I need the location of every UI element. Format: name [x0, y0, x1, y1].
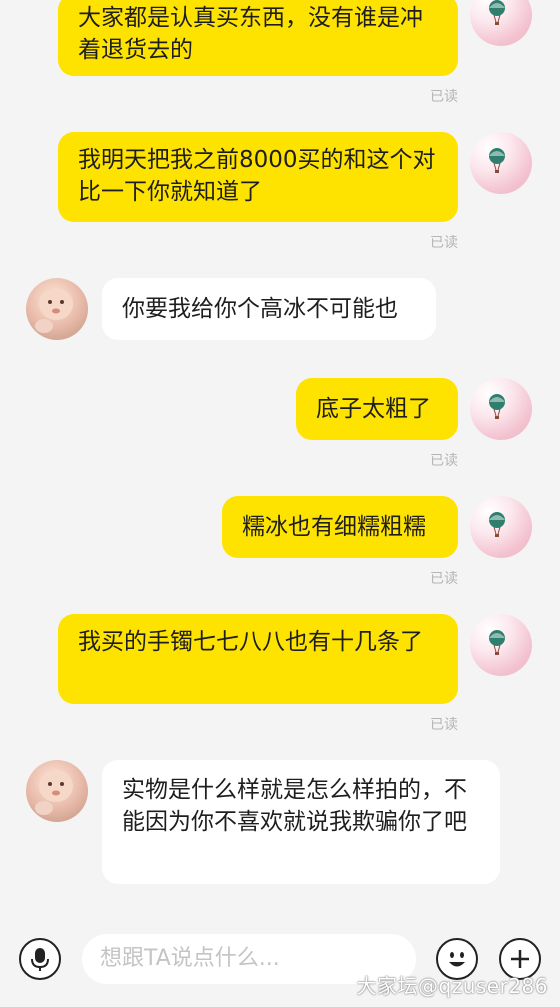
read-status: 已读: [430, 571, 458, 587]
my-avatar[interactable]: [470, 496, 532, 558]
contact-avatar[interactable]: [26, 278, 88, 340]
balloon-icon: [489, 394, 505, 419]
read-status: 已读: [430, 89, 458, 105]
message-bubble-sent[interactable]: 我明天把我之前8000买的和这个对比一下你就知道了: [58, 132, 458, 222]
message-bubble-sent[interactable]: 大家都是认真买东西，没有谁是冲着退货去的: [58, 0, 458, 76]
baby-photo-icon: [35, 288, 73, 333]
contact-avatar[interactable]: [26, 760, 88, 822]
message-bubble-received[interactable]: 实物是什么样就是怎么样拍的，不能因为你不喜欢就说我欺骗你了吧: [102, 760, 500, 884]
balloon-icon: [489, 148, 505, 173]
voice-button[interactable]: [19, 938, 61, 980]
read-status: 已读: [430, 717, 458, 733]
microphone-icon: [31, 948, 49, 971]
balloon-icon: [489, 0, 505, 25]
my-avatar[interactable]: [470, 378, 532, 440]
read-status: 已读: [430, 235, 458, 251]
balloon-icon: [489, 630, 505, 655]
my-avatar[interactable]: [470, 0, 532, 46]
message-bubble-sent[interactable]: 糯冰也有细糯粗糯: [222, 496, 458, 558]
chat-area[interactable]: 大家都是认真买东西，没有谁是冲着退货去的 已读 我明天把我之前8000买的和这个…: [0, 0, 560, 920]
input-toolbar: 想跟TA说点什么... 大家坛@qzuser286: [0, 920, 560, 1007]
balloon-icon: [489, 512, 505, 537]
message-bubble-received[interactable]: 你要我给你个高冰不可能也: [102, 278, 436, 340]
watermark: 大家坛@qzuser286: [356, 974, 548, 998]
read-status: 已读: [430, 453, 458, 469]
baby-photo-icon: [35, 770, 73, 815]
message-bubble-sent[interactable]: 底子太粗了: [296, 378, 458, 440]
message-bubble-sent[interactable]: 我买的手镯七七八八也有十几条了: [58, 614, 458, 704]
my-avatar[interactable]: [470, 614, 532, 676]
my-avatar[interactable]: [470, 132, 532, 194]
